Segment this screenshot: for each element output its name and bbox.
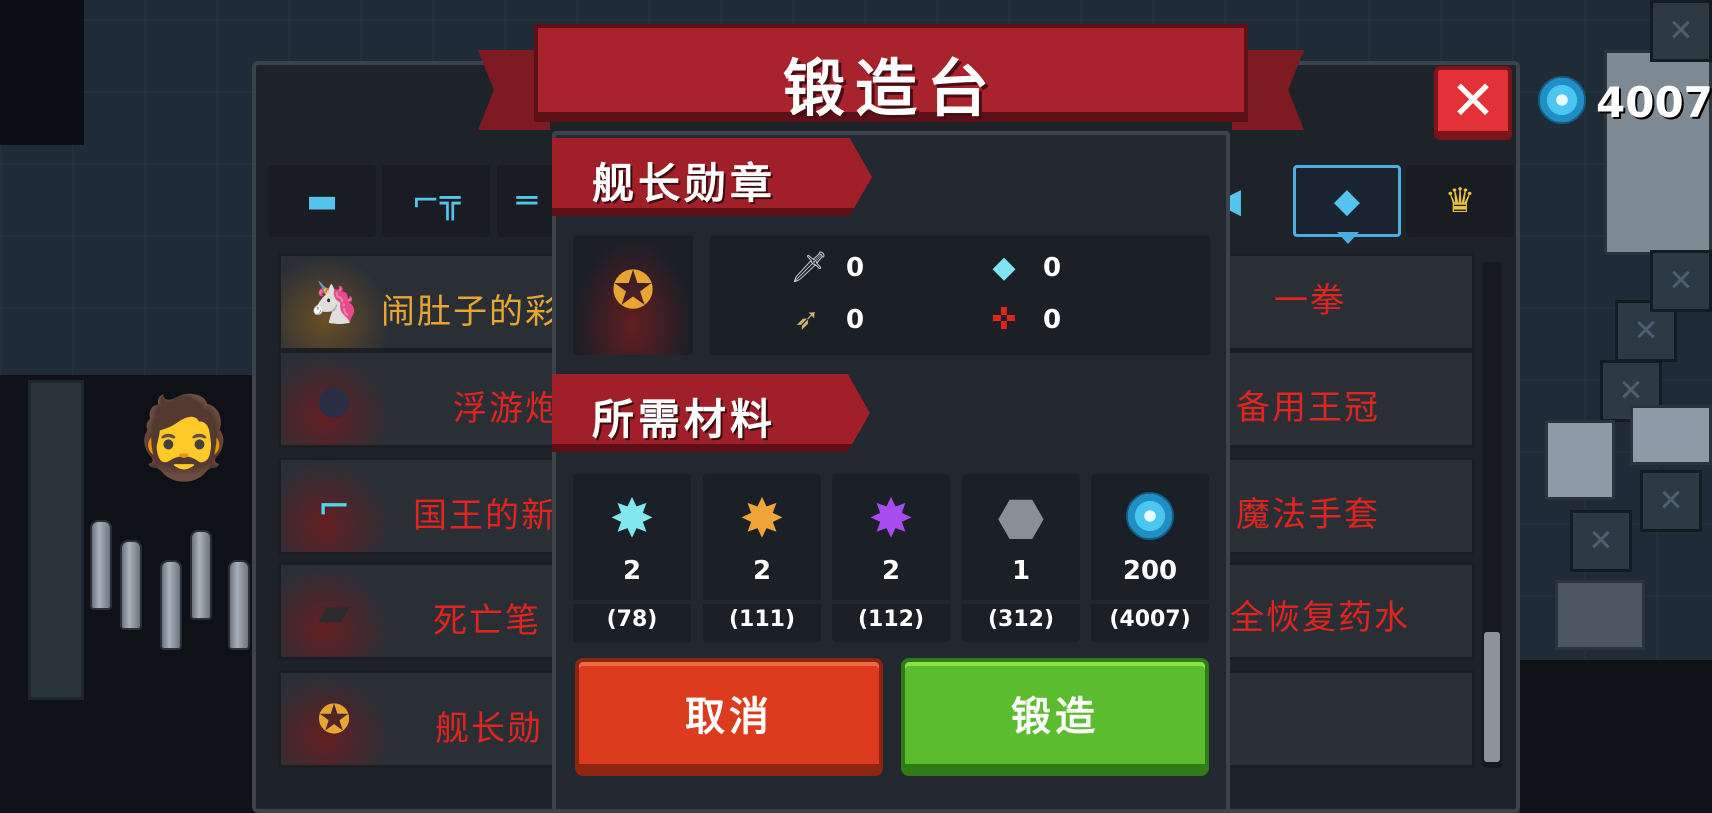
material-card: ✸ 2 (111) <box>703 474 821 642</box>
page-title: 锻造台 <box>782 52 999 125</box>
rifle-icon: ⌐╦ <box>411 181 461 221</box>
character-sprite: 🧔 <box>134 391 234 484</box>
cancel-button[interactable]: 取消 <box>575 658 883 776</box>
diamond-icon: ◆ <box>992 250 1016 285</box>
medal-icon: ✪ <box>611 261 655 321</box>
orb-icon: ● <box>316 377 352 423</box>
item-preview: ✪ <box>573 235 693 355</box>
wall-frame <box>0 0 84 145</box>
close-icon: ✕ <box>1450 68 1496 132</box>
title-banner: 锻造台 <box>478 24 1304 134</box>
item-name-title: 舰长勋章 <box>592 159 777 208</box>
fish-weapon-icon: ◆ <box>1333 181 1361 221</box>
purple-crystal-icon: ✸ <box>868 487 914 550</box>
metal-barrier <box>1630 405 1712 465</box>
metal-barrier <box>1545 420 1615 500</box>
item-name: 全恢复药水 <box>1230 598 1410 638</box>
material-owned: (78) <box>606 607 658 632</box>
material-owned: (4007) <box>1109 607 1191 632</box>
item-name-ribbon: 舰长勋章 <box>552 138 872 216</box>
stats-box: 🗡 0 ◆ 0 ➶ 0 ✜ 0 <box>710 235 1210 355</box>
tab-special[interactable]: ♛ <box>1406 165 1514 237</box>
material-required: 1 <box>1011 556 1031 586</box>
material-card: ✸ 2 (112) <box>832 474 950 642</box>
notebook-icon: ▰ <box>318 589 350 635</box>
item-name: 死亡笔 <box>433 601 541 641</box>
forge-button[interactable]: 锻造 <box>901 658 1209 776</box>
material-required: 2 <box>752 556 772 586</box>
pistol-icon: ▬ <box>305 181 339 221</box>
currency-amount: 4007 <box>1596 78 1712 127</box>
material-card: ✸ 2 (78) <box>573 474 691 642</box>
bullet-icon: ➶ <box>794 302 820 337</box>
material-required: 2 <box>622 556 642 586</box>
shotgun-icon: ═ <box>516 181 538 221</box>
item-name: 舰长勋 <box>435 709 543 749</box>
outline-gun-icon: ⌐ <box>317 484 351 530</box>
material-required: 200 <box>1122 556 1178 586</box>
crate <box>1650 250 1712 312</box>
gas-cylinder <box>160 560 182 650</box>
materials-ribbon: 所需材料 <box>552 374 870 452</box>
tab-rifles[interactable]: ⌐╦ <box>382 165 490 237</box>
material-required: 2 <box>881 556 901 586</box>
sword-icon: 🗡 <box>790 250 829 285</box>
iron-ore-icon: ⬣ <box>997 487 1045 550</box>
crate <box>1640 470 1702 532</box>
item-name: 备用王冠 <box>1236 388 1380 428</box>
wall-pillar <box>28 380 84 700</box>
weapon-rack <box>1555 580 1645 650</box>
stat-energy: ◆ 0 <box>987 250 1061 285</box>
stat-attack: 🗡 0 <box>790 250 865 285</box>
material-owned: (312) <box>987 607 1055 632</box>
close-button[interactable]: ✕ <box>1434 66 1512 140</box>
material-card: ⬣ 1 (312) <box>962 474 1080 642</box>
list-scrollbar[interactable] <box>1482 262 1502 768</box>
gas-cylinder <box>228 560 250 650</box>
scrollbar-thumb[interactable] <box>1484 632 1500 762</box>
gas-cylinder <box>90 520 112 610</box>
stat-crit: ➶ 0 <box>790 302 864 337</box>
crate <box>1570 510 1632 572</box>
material-owned: (111) <box>728 607 796 632</box>
dark-wall-right <box>1520 660 1712 813</box>
tab-shotguns[interactable]: ═ <box>497 165 557 237</box>
crown-icon: ♛ <box>1444 181 1476 221</box>
crosshair-icon: ✜ <box>991 302 1017 337</box>
item-name: 国王的新 <box>413 496 557 536</box>
item-name: 浮游炮 <box>453 389 561 429</box>
gas-cylinder <box>120 540 142 630</box>
tab-pistols[interactable]: ▬ <box>268 165 376 237</box>
item-name: 一拳 <box>1274 281 1346 321</box>
blue-gem-icon <box>1126 492 1174 540</box>
tab-active-indicator <box>1337 232 1359 244</box>
crate <box>1650 0 1712 62</box>
item-name: 闹肚子的彩 <box>381 292 561 332</box>
material-card: 200 (4007) <box>1091 474 1209 642</box>
stat-accuracy: ✜ 0 <box>987 302 1061 337</box>
tab-fish-weapons[interactable]: ◆ <box>1293 165 1401 237</box>
cyan-crystal-icon: ✸ <box>609 487 655 550</box>
materials-title: 所需材料 <box>592 395 777 444</box>
gas-cylinder <box>190 530 212 620</box>
medal-icon: ✪ <box>317 697 351 743</box>
item-name: 魔法手套 <box>1236 495 1380 535</box>
orange-crystal-icon: ✸ <box>739 487 785 550</box>
unicorn-icon: 🦄 <box>309 280 359 326</box>
material-owned: (112) <box>857 607 925 632</box>
blue-gem-icon <box>1538 76 1586 124</box>
